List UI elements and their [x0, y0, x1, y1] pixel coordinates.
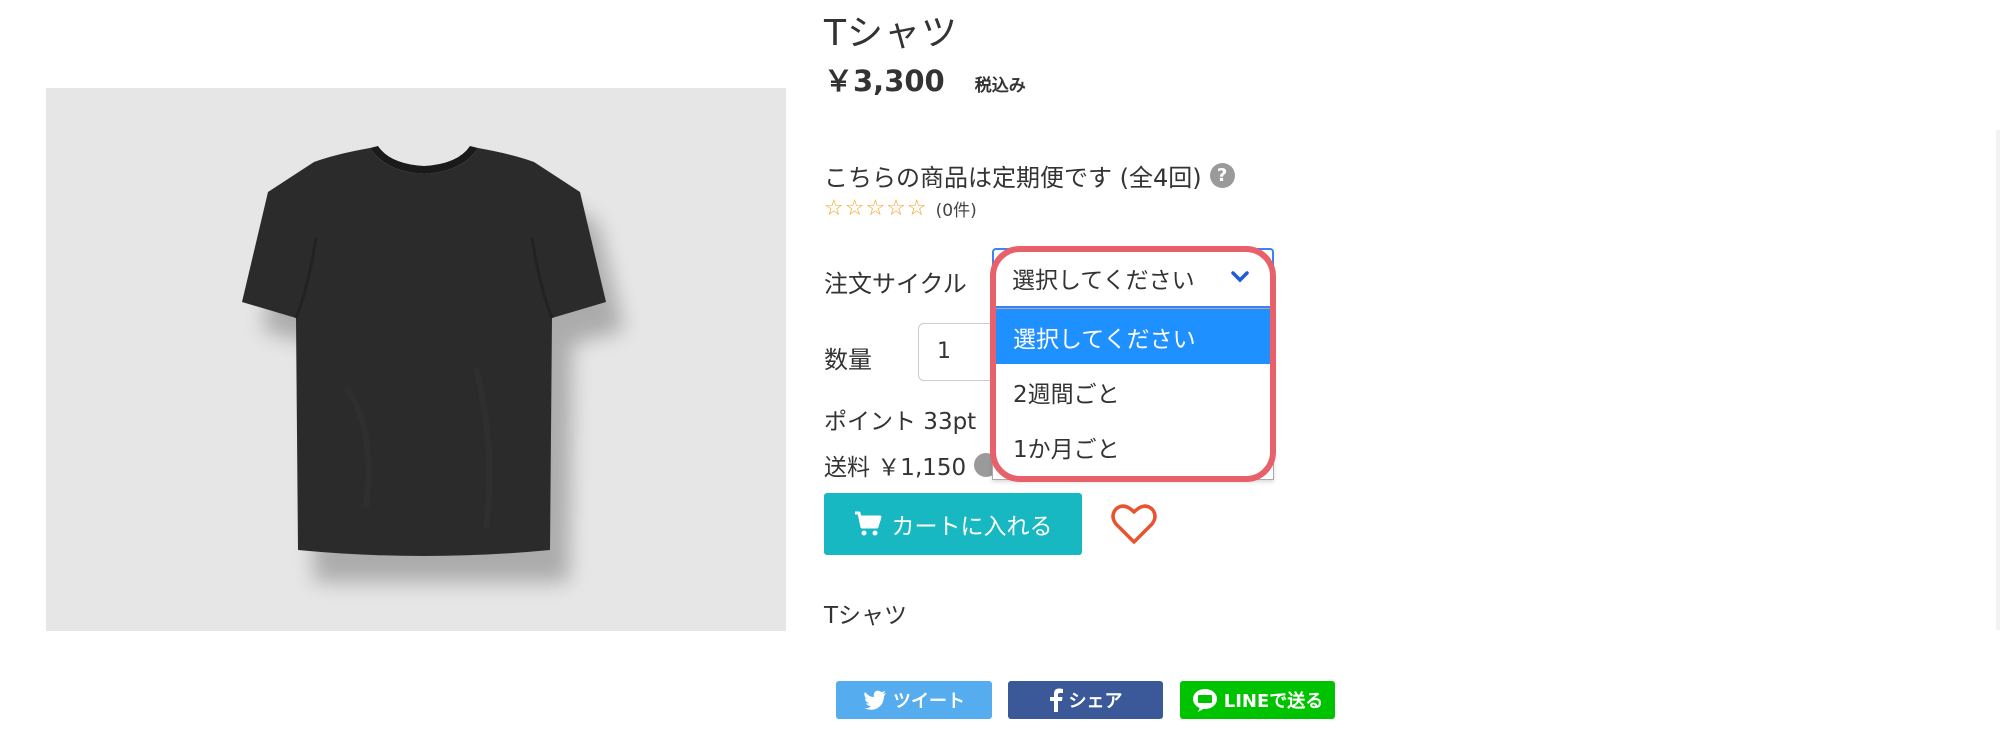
product-description: Tシャツ — [824, 603, 908, 629]
tweet-label: ツイート — [893, 691, 965, 712]
review-count[interactable]: (0件) — [936, 196, 977, 221]
cart-icon — [854, 511, 881, 536]
twitter-icon — [864, 690, 886, 710]
shipping-text: 送料 ￥1,150 — [824, 455, 967, 481]
page-scroll-edge — [1996, 130, 2000, 630]
share-label: シェア — [1068, 691, 1123, 712]
product-title: Tシャツ — [824, 13, 958, 54]
line-share-button[interactable]: LINEで送る — [1180, 681, 1335, 719]
quantity-label: 数量 — [824, 346, 872, 374]
dropdown-option-2weeks[interactable]: 2週間ごと — [993, 364, 1273, 419]
subscription-info: こちらの商品は定期便です (全4回) ? — [824, 158, 1235, 193]
order-cycle-label: 注文サイクル — [824, 270, 967, 298]
help-icon[interactable]: ? — [1209, 163, 1235, 188]
subscription-text: こちらの商品は定期便です (全4回) — [824, 164, 1202, 192]
points-text: ポイント 33pt — [824, 409, 977, 435]
facebook-icon — [1049, 688, 1063, 712]
favorite-heart-icon[interactable] — [1110, 502, 1158, 546]
price-row: ￥3,300 税込み — [824, 58, 1026, 100]
order-cycle-select[interactable]: 選択してください — [992, 248, 1274, 308]
product-price: ￥3,300 — [824, 64, 945, 98]
tshirt-image — [242, 146, 624, 582]
tweet-button[interactable]: ツイート — [836, 681, 992, 719]
order-cycle-dropdown: 選択してください 2週間ごと 1か月ごと — [992, 308, 1274, 480]
dropdown-option-1month[interactable]: 1か月ごと — [993, 419, 1273, 474]
shipping-info: 送料 ￥1,150 — [824, 448, 999, 482]
add-to-cart-label: カートに入れる — [891, 514, 1053, 540]
chevron-down-icon — [1231, 271, 1249, 283]
rating-stars[interactable]: ☆☆☆☆☆ — [824, 196, 928, 221]
select-current-value: 選択してください — [1012, 268, 1195, 294]
facebook-share-button[interactable]: シェア — [1008, 681, 1163, 719]
tax-label: 税込み — [974, 76, 1026, 96]
line-share-label: LINEで送る — [1223, 691, 1324, 712]
add-to-cart-button[interactable]: カートに入れる — [824, 493, 1082, 555]
rating-row: ☆☆☆☆☆ (0件) — [824, 196, 977, 221]
dropdown-option-placeholder[interactable]: 選択してください — [993, 309, 1273, 364]
line-icon — [1192, 689, 1217, 712]
product-image — [46, 88, 786, 631]
